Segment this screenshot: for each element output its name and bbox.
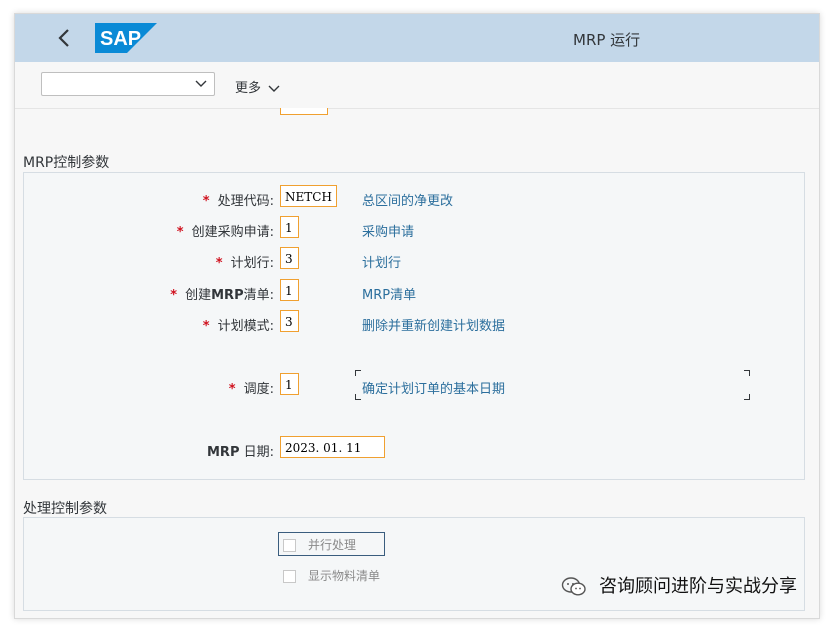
show-material-list-checkbox[interactable]: 显示物料清单 [283,567,380,584]
bracket-corner [355,394,361,400]
parallel-processing-label: 并行处理 [308,538,357,552]
scheduling-desc: 确定计划订单的基本日期 [362,382,506,397]
toolbar: 更多 [15,62,819,109]
variant-select[interactable] [41,72,215,96]
app-window: SAP MRP 运行 更多 MRP控制参数 * 处理代码: NETCH 总区间的净… [14,13,820,619]
chevron-down-icon [195,80,207,87]
parallel-processing-checkbox[interactable]: 并行处理 [283,536,356,553]
app-title: MRP 运行 [573,31,641,49]
chevron-down-icon [268,85,280,92]
checkbox-box[interactable] [283,539,296,552]
planning-mode-label: * 计划模式: [202,319,274,334]
bracket-corner [355,370,361,376]
planning-mode-desc: 删除并重新创建计划数据 [362,319,506,334]
create-mrp-list-field[interactable]: 1 [280,279,299,301]
scheduling-label: * 调度: [228,382,274,397]
schedule-lines-label: * 计划行: [215,256,274,271]
wechat-icon [562,577,586,596]
sap-logo: SAP [95,23,157,53]
bracket-corner [744,394,750,400]
mrp-date-label: MRP 日期: [207,445,274,460]
create-pr-label: * 创建采购申请: [176,225,274,240]
create-mrp-list-desc: MRP清单 [362,288,417,303]
planning-mode-field[interactable]: 3 [280,310,299,332]
schedule-lines-desc: 计划行 [362,256,402,271]
shell-bar: SAP MRP 运行 [15,14,819,62]
svg-text:SAP: SAP [100,28,141,50]
processing-code-label: * 处理代码: [202,194,274,209]
processing-code-desc: 总区间的净更改 [362,194,454,209]
bracket-corner [744,370,750,376]
more-button[interactable]: 更多 [235,77,280,96]
create-pr-desc: 采购申请 [362,225,415,240]
watermark: 咨询顾问进阶与实战分享 [561,572,797,598]
more-label: 更多 [235,81,262,96]
scheduling-field[interactable]: 1 [280,373,299,395]
watermark-text: 咨询顾问进阶与实战分享 [599,576,797,597]
processing-code-field[interactable]: NETCH [280,185,337,207]
schedule-lines-field[interactable]: 3 [280,247,299,269]
create-mrp-list-label: * 创建MRP清单: [170,288,274,303]
mrp-control-title: MRP控制参数 [23,155,110,171]
scrolled-input-field[interactable] [280,108,328,115]
show-material-list-label: 显示物料清单 [308,569,381,583]
create-pr-field[interactable]: 1 [280,216,299,238]
checkbox-box[interactable] [283,570,296,583]
chevron-left-icon[interactable] [51,24,77,52]
process-control-title: 处理控制参数 [23,501,107,517]
mrp-date-field[interactable]: 2023. 01. 11 [280,436,385,458]
